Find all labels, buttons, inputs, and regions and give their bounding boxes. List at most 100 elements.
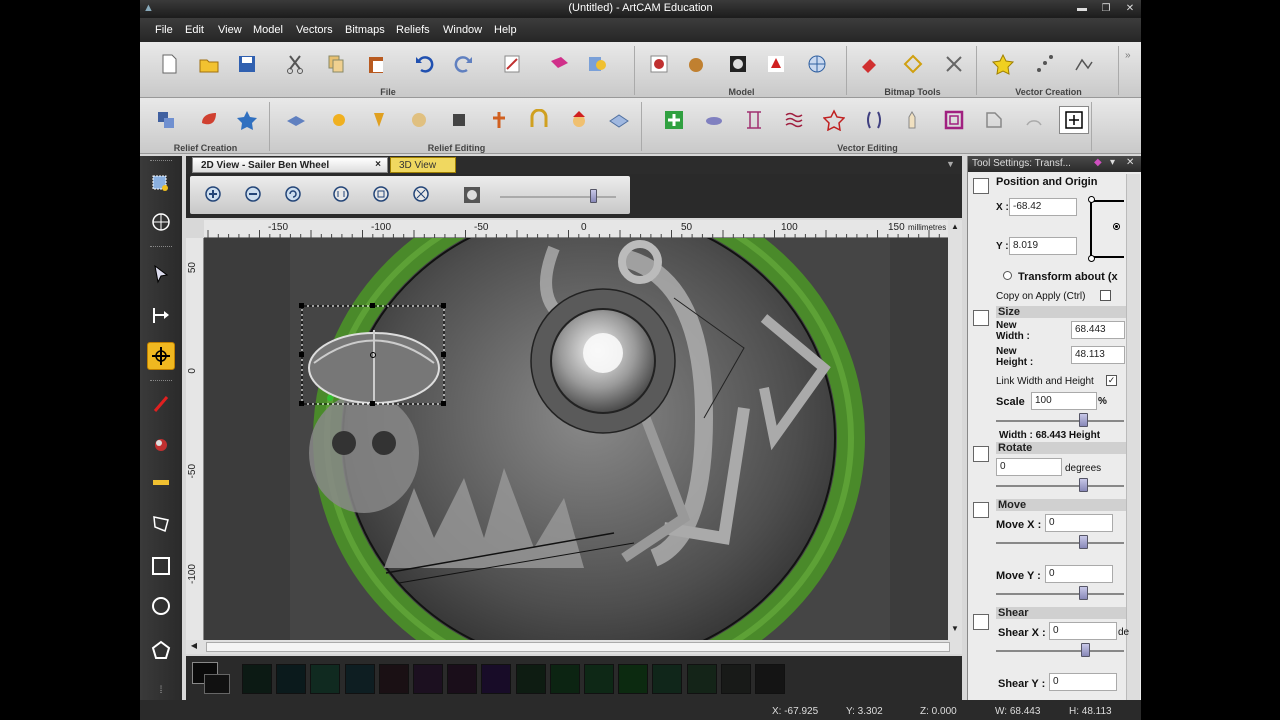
palette-swatch[interactable] (584, 664, 614, 694)
scroll-left-icon[interactable]: ◀ (188, 641, 200, 653)
vertical-scrollbar[interactable]: ▲ ▼ (948, 220, 962, 640)
menu-edit[interactable]: Edit (185, 24, 204, 36)
shear-x-slider-thumb[interactable] (1081, 643, 1090, 657)
save-icon[interactable] (235, 52, 259, 76)
move-y-slider-track[interactable] (996, 593, 1124, 595)
shear-x-slider-track[interactable] (996, 650, 1124, 652)
move-x-input[interactable]: 0 (1045, 514, 1113, 532)
undo-icon[interactable] (412, 52, 436, 76)
options-icon[interactable] (585, 52, 609, 76)
relief-plane-icon[interactable] (284, 108, 308, 132)
transform-tool-icon[interactable] (1059, 106, 1089, 134)
restore-icon[interactable]: ❐ (1098, 2, 1114, 15)
relief-fade-icon[interactable] (367, 108, 391, 132)
panel-scrollbar[interactable] (1126, 174, 1140, 700)
relief-tile-icon[interactable] (607, 108, 631, 132)
tabs-dropdown-icon[interactable]: ▼ (946, 159, 955, 169)
vector-frame-icon[interactable] (942, 108, 966, 132)
drawing-canvas[interactable] (204, 238, 948, 640)
model-grayscale-icon[interactable] (726, 52, 750, 76)
color-fill-icon[interactable] (147, 430, 175, 458)
notes-icon[interactable] (500, 52, 524, 76)
menu-bitmaps[interactable]: Bitmaps (345, 24, 385, 36)
menu-vectors[interactable]: Vectors (296, 24, 333, 36)
relief-sculpt-icon[interactable] (407, 108, 431, 132)
palette-swatch[interactable] (515, 664, 546, 694)
menu-window[interactable]: Window (443, 24, 482, 36)
palette-swatch[interactable] (310, 664, 341, 694)
shear-x-input[interactable]: 0 (1049, 622, 1117, 640)
x-position-input[interactable]: -68.42 (1009, 198, 1077, 216)
rotate-slider-thumb[interactable] (1079, 478, 1088, 492)
node-edit-icon[interactable] (147, 302, 175, 330)
palette-swatch[interactable] (481, 664, 512, 694)
new-file-icon[interactable] (157, 52, 181, 76)
shape-editor-icon[interactable] (154, 108, 178, 132)
zoom-fit-icon[interactable] (330, 183, 354, 207)
bitmap-fill-icon[interactable] (857, 52, 881, 76)
menu-help[interactable]: Help (494, 24, 517, 36)
rectangle-icon[interactable] (147, 552, 175, 580)
palette-swatch[interactable] (447, 664, 478, 694)
menu-model[interactable]: Model (253, 24, 283, 36)
transform-tool-active-icon[interactable] (147, 342, 175, 370)
model-bear-icon[interactable] (684, 52, 708, 76)
shear-y-input[interactable]: 0 (1049, 673, 1117, 691)
zoom-box-icon[interactable] (147, 170, 175, 198)
model-relief-icon[interactable] (647, 52, 671, 76)
bitmap-brush-icon[interactable] (147, 470, 175, 498)
bitmap-edit-icon[interactable] (942, 52, 966, 76)
polygon-icon[interactable] (147, 636, 175, 664)
palette-swatch[interactable] (686, 664, 717, 694)
scroll-down-icon[interactable]: ▼ (949, 624, 961, 636)
copy-icon[interactable] (324, 52, 348, 76)
link-width-height-checkbox[interactable]: ✓ (1106, 375, 1117, 386)
vector-hand-icon[interactable] (902, 108, 926, 132)
toolbar-more-icon[interactable]: ⁞ (147, 682, 175, 698)
blend-slider-thumb[interactable] (590, 189, 597, 203)
scroll-up-icon[interactable]: ▲ (949, 222, 961, 234)
redo-icon[interactable] (452, 52, 476, 76)
zoom-out-icon[interactable] (242, 183, 266, 207)
palette-swatch[interactable] (652, 664, 683, 694)
vector-bracket-icon[interactable] (862, 108, 886, 132)
menu-view[interactable]: View (218, 24, 242, 36)
add-vector-icon[interactable] (662, 108, 686, 132)
tutorial-book-icon[interactable] (547, 52, 571, 76)
palette-swatch[interactable] (549, 664, 580, 694)
vector-disc-icon[interactable] (702, 108, 726, 132)
scale-slider-thumb[interactable] (1079, 413, 1088, 427)
zoom-all-icon[interactable] (410, 183, 434, 207)
relief-star-icon[interactable] (235, 108, 259, 132)
rotate-input[interactable]: 0 (996, 458, 1062, 476)
palette-swatch[interactable] (618, 664, 649, 694)
relief-wrap-icon[interactable] (527, 108, 551, 132)
palette-swatch[interactable] (276, 664, 307, 694)
scale-input[interactable]: 100 (1031, 392, 1097, 410)
polyline-icon[interactable] (1072, 52, 1096, 76)
scale-slider-track[interactable] (996, 420, 1124, 422)
palette-swatch[interactable] (755, 664, 785, 694)
origin-radio-top-left[interactable] (1088, 196, 1095, 203)
menu-reliefs[interactable]: Reliefs (396, 24, 430, 36)
origin-radio-bottom-left[interactable] (1088, 255, 1095, 262)
horizontal-scroll-thumb[interactable] (206, 642, 950, 652)
warp-shape-icon[interactable] (147, 510, 175, 538)
rotate-slider-track[interactable] (996, 485, 1124, 487)
zoom-previous-icon[interactable] (282, 183, 306, 207)
tab-close-icon[interactable]: × (375, 159, 381, 170)
zoom-in-icon[interactable] (202, 183, 226, 207)
globe-view-icon[interactable] (147, 208, 175, 236)
transform-about-radio[interactable] (1003, 271, 1012, 280)
open-folder-icon[interactable] (197, 52, 221, 76)
copy-on-apply-checkbox[interactable] (1100, 290, 1111, 301)
horizontal-scrollbar[interactable]: ◀ (186, 640, 962, 654)
relief-clown-icon[interactable] (567, 108, 591, 132)
secondary-color-swatch[interactable] (204, 674, 230, 694)
node-spline-icon[interactable] (1033, 52, 1057, 76)
blend-slider-track[interactable] (500, 196, 616, 198)
vector-mirror-icon[interactable] (742, 108, 766, 132)
minimize-icon[interactable]: ▬ (1074, 2, 1090, 15)
cut-icon[interactable] (283, 52, 307, 76)
new-width-input[interactable]: 68.443 (1071, 321, 1125, 339)
